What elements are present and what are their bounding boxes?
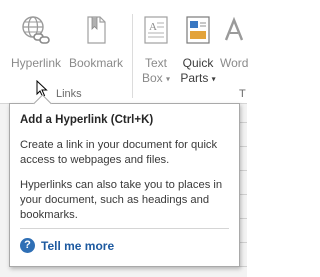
tooltip-description: Create a link in your document for quick… <box>20 139 218 166</box>
bookmark-button[interactable]: Bookmark <box>66 14 126 71</box>
quickparts-icon <box>178 14 218 50</box>
word-ribbon-screen: Hyperlink Bookmark A Text Box ▾ Quick Pa… <box>0 0 248 277</box>
textbox-button[interactable]: A Text Box ▾ <box>138 14 174 86</box>
chevron-down-icon: ▾ <box>211 74 216 84</box>
help-icon: ? <box>20 238 35 253</box>
hyperlink-label: Hyperlink <box>10 56 61 70</box>
wordart-button[interactable]: Word <box>220 14 260 71</box>
quickparts-label-line2: Parts <box>180 71 209 85</box>
hyperlink-tooltip: Add a Hyperlink (Ctrl+K) Create a link i… <box>9 103 240 267</box>
tooltip-title: Add a Hyperlink (Ctrl+K) <box>20 114 154 126</box>
quickparts-button[interactable]: Quick Parts ▾ <box>178 14 218 86</box>
tell-me-more-link[interactable]: ? Tell me more <box>20 238 114 253</box>
group-separator <box>132 14 133 98</box>
textbox-label-line1: Text <box>144 56 167 70</box>
hyperlink-icon <box>8 14 64 50</box>
textbox-label-line2: Box <box>141 71 163 85</box>
svg-text:A: A <box>149 21 157 33</box>
quickparts-label-line1: Quick <box>182 56 214 70</box>
wordart-icon <box>222 14 260 50</box>
wordart-label: Word <box>220 56 249 70</box>
textbox-icon: A <box>138 14 174 50</box>
tooltip-divider <box>20 228 229 229</box>
tooltip-description-more: Hyperlinks can also take you to places i… <box>20 179 223 221</box>
bookmark-icon <box>66 14 126 50</box>
text-group-label: T <box>239 88 246 100</box>
hyperlink-button[interactable]: Hyperlink <box>8 14 64 71</box>
chevron-down-icon: ▾ <box>166 74 171 84</box>
bookmark-label: Bookmark <box>68 56 124 70</box>
links-group-label: Links <box>56 88 82 100</box>
tell-me-more-label: Tell me more <box>41 238 115 253</box>
